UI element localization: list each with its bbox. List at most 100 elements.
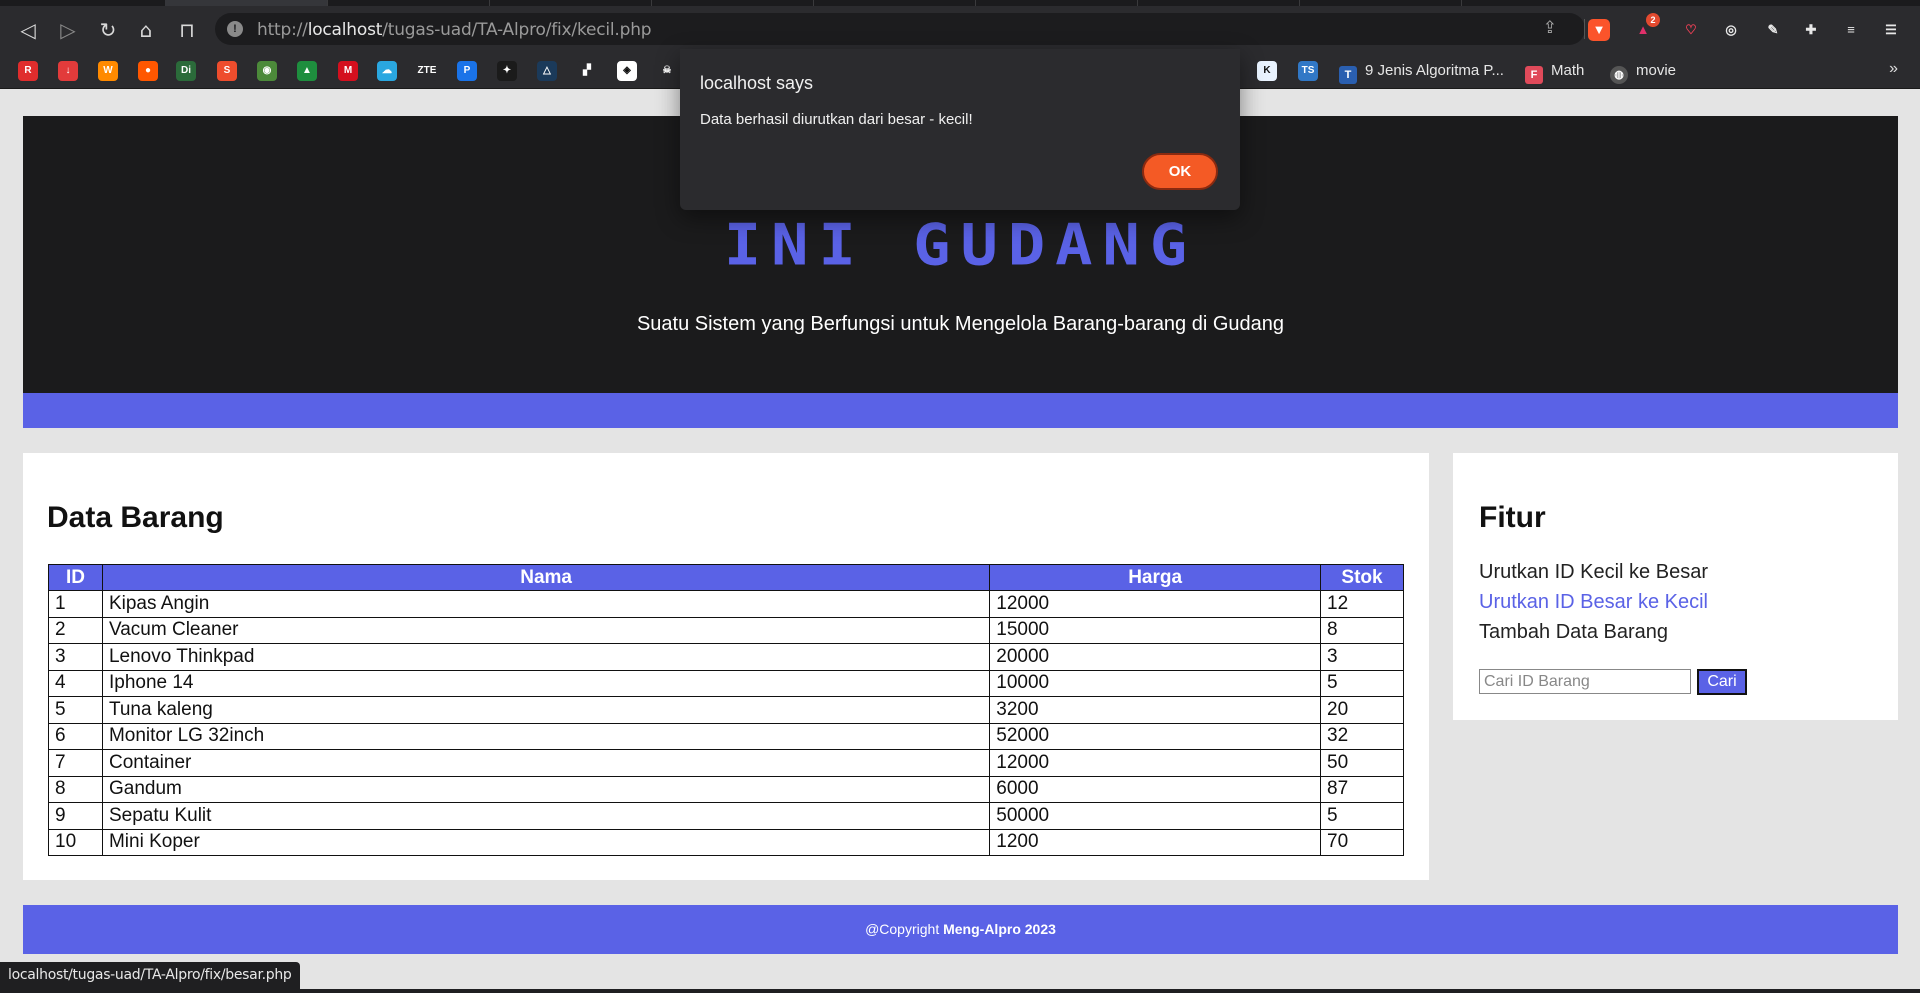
url-text[interactable]: http://localhost/tugas-uad/TA-Alpro/fix/… — [257, 20, 652, 40]
bookmark-icon-2[interactable]: ↓ — [58, 61, 78, 81]
window-bottom-edge — [0, 989, 1920, 993]
cell-harga: 20000 — [989, 643, 1321, 671]
address-bar[interactable]: ! http://localhost/tugas-uad/TA-Alpro/fi… — [215, 13, 1585, 45]
extensions-puzzle-icon[interactable]: ✚ — [1800, 19, 1822, 41]
bookmark-icon-6[interactable]: S — [217, 61, 237, 81]
cell-harga: 10000 — [989, 669, 1321, 697]
copyright-brand: Meng-Alpro 2023 — [943, 921, 1056, 937]
cell-nama: Tuna kaleng — [101, 696, 991, 724]
bookmarks-overflow-icon[interactable]: » — [1889, 60, 1898, 78]
site-subtitle: Suatu Sistem yang Berfungsi untuk Mengel… — [636, 313, 1285, 335]
cell-stok: 5 — [1320, 802, 1404, 830]
site-title: INI GUDANG — [723, 210, 1198, 279]
share-icon[interactable]: ⇪ — [1543, 18, 1557, 38]
bookmark-algoritma[interactable]: T9 Jenis Algoritma P... — [1339, 60, 1504, 84]
cell-harga: 6000 — [989, 775, 1321, 803]
playlist-icon[interactable]: ≡ — [1840, 19, 1862, 41]
table-row: 7 Container 12000 50 — [48, 749, 1404, 777]
cell-nama: Iphone 14 — [101, 669, 991, 697]
back-icon[interactable]: ◁ — [16, 18, 40, 42]
bookmark-icon-17[interactable]: ☠ — [657, 61, 677, 81]
pocket-icon[interactable]: ♡ — [1680, 19, 1702, 41]
bookmark-movie[interactable]: ◍ movie — [1610, 60, 1676, 84]
cell-id: 8 — [48, 775, 103, 803]
footer: @Copyright Meng-Alpro 2023 — [23, 905, 1898, 954]
menu-icon[interactable]: ☰ — [1880, 19, 1902, 41]
table-row: 6 Monitor LG 32inch 52000 32 — [48, 722, 1404, 750]
bookmark-icon-11[interactable]: ZTE — [417, 61, 437, 81]
data-panel: Data Barang ID Nama Harga Stok 1 Kipas An… — [23, 453, 1429, 880]
brave-shield-icon[interactable]: ▼ — [1588, 19, 1610, 41]
bookmark-icon-16[interactable]: ◈ — [617, 61, 637, 81]
bookmark-f-icon: F — [1525, 66, 1543, 84]
cell-harga: 3200 — [989, 696, 1321, 724]
copyright-text: @Copyright — [865, 921, 944, 937]
cell-nama: Lenovo Thinkpad — [101, 643, 991, 671]
table-row: 10 Mini Koper 1200 70 — [48, 828, 1404, 856]
table-header-row: ID Nama Harga Stok — [48, 564, 1404, 591]
cell-nama: Container — [101, 749, 991, 777]
bookmark-icon-10[interactable]: ☁ — [377, 61, 397, 81]
bookmark-icon-18[interactable]: K — [1257, 61, 1277, 81]
bookmark-icon-14[interactable]: △ — [537, 61, 557, 81]
sort-desc-link[interactable]: Urutkan ID Besar ke Kecil — [1479, 591, 1708, 614]
feature-heading: Fitur — [1479, 501, 1546, 534]
extension-pen-icon[interactable]: ✎ — [1762, 19, 1784, 41]
status-bar-url: localhost/tugas-uad/TA-Alpro/fix/besar.p… — [0, 962, 300, 989]
cell-id: 5 — [48, 696, 103, 724]
bookmark-icon-4[interactable]: ● — [138, 61, 158, 81]
bookmark-icon-15[interactable]: ▞ — [577, 61, 597, 81]
cell-harga: 52000 — [989, 722, 1321, 750]
bookmark-icon-3[interactable]: W — [98, 61, 118, 81]
site-info-icon[interactable]: ! — [227, 21, 243, 37]
bookmark-icon-7[interactable]: ◉ — [257, 61, 277, 81]
column-header-id[interactable]: ID — [48, 564, 103, 591]
bookmark-icon-8[interactable]: ▲ — [297, 61, 317, 81]
cell-stok: 12 — [1320, 590, 1404, 618]
cell-harga: 1200 — [989, 828, 1321, 856]
search-id-input[interactable] — [1479, 669, 1691, 694]
column-header-harga[interactable]: Harga — [989, 564, 1321, 591]
cell-id: 2 — [48, 616, 103, 644]
bookmark-icon-9[interactable]: M — [338, 61, 358, 81]
home-icon[interactable]: ⌂ — [134, 18, 158, 42]
cell-harga: 15000 — [989, 616, 1321, 644]
dialog-title: localhost says — [700, 73, 814, 93]
add-item-link[interactable]: Tambah Data Barang — [1479, 621, 1668, 644]
sort-asc-link[interactable]: Urutkan ID Kecil ke Besar — [1479, 561, 1708, 584]
cell-id: 3 — [48, 643, 103, 671]
table-row: 4 Iphone 14 10000 5 — [48, 669, 1404, 697]
column-header-nama[interactable]: Nama — [101, 564, 991, 591]
divider — [1584, 19, 1585, 39]
alert-dialog: localhost says Data berhasil diurutkan d… — [680, 49, 1240, 210]
search-button[interactable]: Cari — [1697, 669, 1747, 695]
data-heading: Data Barang — [47, 501, 224, 534]
cell-nama: Vacum Cleaner — [101, 616, 991, 644]
bookmark-icon-13[interactable]: ✦ — [497, 61, 517, 81]
bookmark-icon-19[interactable]: TS — [1298, 61, 1318, 81]
bookmark-math[interactable]: F Math — [1525, 60, 1584, 84]
cell-stok: 70 — [1320, 828, 1404, 856]
bookmark-page-icon[interactable]: ⊓ — [175, 18, 199, 42]
cell-stok: 32 — [1320, 722, 1404, 750]
page: INI GUDANG Suatu Sistem yang Berfungsi u… — [0, 90, 1920, 993]
table-row: 5 Tuna kaleng 3200 20 — [48, 696, 1404, 724]
column-header-stok[interactable]: Stok — [1320, 564, 1404, 591]
forward-icon[interactable]: ▷ — [56, 18, 80, 42]
bookmark-icon-12[interactable]: P — [457, 61, 477, 81]
reload-icon[interactable]: ↻ — [96, 18, 120, 42]
table-row: 3 Lenovo Thinkpad 20000 3 — [48, 643, 1404, 671]
bookmark-icon-1[interactable]: R — [18, 61, 38, 81]
feature-panel: Fitur Urutkan ID Kecil ke Besar Urutkan … — [1453, 453, 1898, 720]
dialog-ok-button[interactable]: OK — [1142, 153, 1218, 190]
cell-nama: Sepatu Kulit — [101, 802, 991, 830]
brave-rewards-icon[interactable]: ▲ 2 — [1632, 13, 1660, 41]
bookmark-icon-5[interactable]: Di — [176, 61, 196, 81]
data-table: ID Nama Harga Stok 1 Kipas Angin 12000 12 2 V… — [48, 564, 1404, 856]
cell-stok: 8 — [1320, 616, 1404, 644]
cell-id: 1 — [48, 590, 103, 618]
cell-nama: Kipas Angin — [101, 590, 991, 618]
cell-id: 10 — [48, 828, 103, 856]
extension-owl-icon[interactable]: ◎ — [1720, 19, 1742, 41]
table-row: 8 Gandum 6000 87 — [48, 775, 1404, 803]
